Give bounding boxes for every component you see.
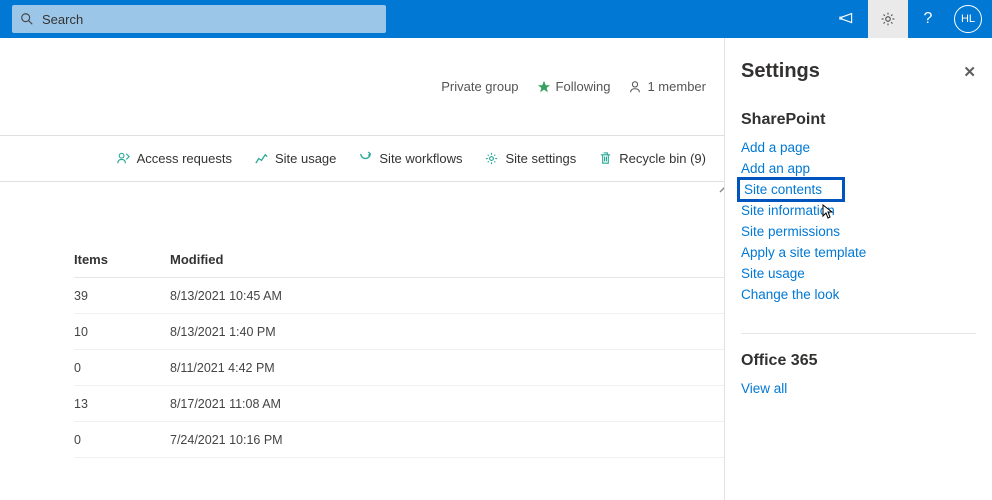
panel-title: Settings [741, 60, 820, 83]
items-column-header[interactable]: Items [74, 252, 170, 267]
avatar[interactable]: HL [954, 5, 982, 33]
action-bar: Access requests Site usage Site workflow… [0, 136, 724, 182]
site-workflows-button[interactable]: Site workflows [358, 151, 462, 166]
members-info[interactable]: 1 member [628, 79, 706, 94]
table-row[interactable]: 398/13/2021 10:45 AM [74, 278, 724, 314]
workflow-icon [358, 151, 373, 166]
gear-icon [879, 10, 897, 28]
modified-cell: 8/11/2021 4:42 PM [170, 361, 724, 375]
table-row[interactable]: 108/13/2021 1:40 PM [74, 314, 724, 350]
settings-link-apply-a-site-template[interactable]: Apply a site template [741, 242, 976, 263]
modified-cell: 7/24/2021 10:16 PM [170, 433, 724, 447]
usage-icon [254, 151, 269, 166]
modified-cell: 8/17/2021 11:08 AM [170, 397, 724, 411]
site-settings-button[interactable]: Site settings [484, 151, 576, 166]
settings-link-change-the-look[interactable]: Change the look [741, 284, 976, 305]
follow-button[interactable]: Following [537, 79, 611, 94]
access-requests-label: Access requests [137, 151, 232, 166]
site-settings-label: Site settings [505, 151, 576, 166]
recycle-bin-label: Recycle bin (9) [619, 151, 706, 166]
items-cell: 39 [74, 289, 170, 303]
star-icon [537, 80, 551, 94]
settings-link-site-usage[interactable]: Site usage [741, 263, 976, 284]
follow-label: Following [556, 79, 611, 94]
divider [741, 333, 976, 334]
settings-button[interactable] [868, 0, 908, 38]
modified-cell: 8/13/2021 1:40 PM [170, 325, 724, 339]
top-bar: ? HL [0, 0, 992, 38]
site-usage-label: Site usage [275, 151, 336, 166]
settings-icon [484, 151, 499, 166]
items-cell: 0 [74, 361, 170, 375]
table-row[interactable]: 07/24/2021 10:16 PM [74, 422, 724, 458]
search-input[interactable] [42, 12, 378, 27]
content-list: Items Modified 398/13/2021 10:45 AM108/1… [0, 182, 724, 458]
search-box[interactable] [12, 5, 386, 33]
main-area: Private group Following 1 member Access … [0, 38, 724, 500]
megaphone-icon [839, 10, 857, 28]
items-cell: 0 [74, 433, 170, 447]
modified-column-header[interactable]: Modified [170, 252, 724, 267]
access-icon [116, 151, 131, 166]
site-workflows-label: Site workflows [379, 151, 462, 166]
members-label: 1 member [647, 79, 706, 94]
search-icon [20, 12, 34, 26]
help-button[interactable]: ? [908, 0, 948, 38]
help-icon: ? [924, 10, 933, 28]
privacy-label: Private group [441, 79, 518, 94]
settings-link-site-permissions[interactable]: Site permissions [741, 221, 976, 242]
settings-link-add-an-app[interactable]: Add an app [741, 158, 976, 179]
close-panel-button[interactable]: ✕ [963, 63, 976, 81]
column-headers: Items Modified [74, 252, 724, 278]
view-all-link[interactable]: View all [741, 378, 976, 399]
recycle-bin-button[interactable]: Recycle bin (9) [598, 151, 706, 166]
person-icon [628, 80, 642, 94]
access-requests-button[interactable]: Access requests [116, 151, 232, 166]
table-row[interactable]: 138/17/2021 11:08 AM [74, 386, 724, 422]
modified-cell: 8/13/2021 10:45 AM [170, 289, 724, 303]
items-cell: 10 [74, 325, 170, 339]
office365-heading: Office 365 [741, 352, 976, 370]
sharepoint-heading: SharePoint [741, 111, 976, 129]
settings-link-site-contents[interactable]: Site contents [737, 177, 845, 202]
site-usage-button[interactable]: Site usage [254, 151, 336, 166]
table-row[interactable]: 08/11/2021 4:42 PM [74, 350, 724, 386]
settings-panel: Settings ✕ SharePoint Add a pageAdd an a… [724, 38, 992, 500]
items-cell: 13 [74, 397, 170, 411]
site-info-bar: Private group Following 1 member [0, 38, 724, 136]
settings-link-site-information[interactable]: Site information [741, 200, 976, 221]
trash-icon [598, 151, 613, 166]
announce-button[interactable] [828, 0, 868, 38]
settings-link-add-a-page[interactable]: Add a page [741, 137, 976, 158]
